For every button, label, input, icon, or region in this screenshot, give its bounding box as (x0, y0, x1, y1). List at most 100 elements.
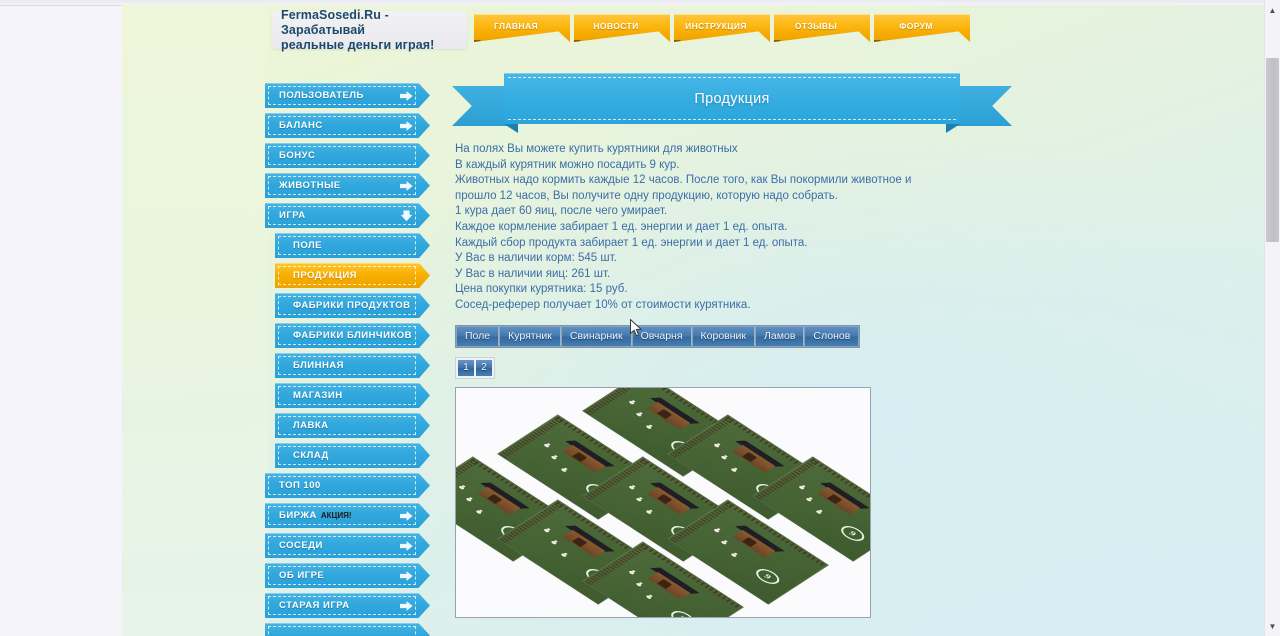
sidebar-item-фабрики-продуктов[interactable]: ФАБРИКИ ПРОДУКТОВ (275, 293, 430, 318)
coop-door (571, 451, 588, 462)
coop-door (656, 409, 673, 420)
nav-item[interactable]: ФОРУМ (874, 14, 970, 42)
page-button-1[interactable]: 1 (458, 359, 474, 376)
sidebar-item-баланс[interactable]: БАЛАНС (265, 113, 430, 138)
chicken-sprite (456, 484, 467, 491)
sidebar-item-поле[interactable]: ПОЛЕ (275, 233, 430, 258)
sidebar-item-shape (275, 233, 430, 258)
tab-поле[interactable]: Поле (457, 326, 500, 346)
coop-door (827, 494, 843, 505)
plot-animal-count: 9 (837, 523, 869, 544)
sidebar-item-shape (265, 473, 430, 498)
sidebar-item-shape (275, 443, 430, 468)
tab-слонов[interactable]: Слонов (805, 326, 859, 346)
tab-курятник[interactable]: Курятник (500, 326, 561, 346)
sidebar-item-shape (275, 323, 430, 348)
sidebar-item-shape (265, 203, 430, 228)
chicken-sprite (627, 484, 638, 491)
nav-item[interactable]: ГЛАВНАЯ (474, 14, 570, 42)
tab-свинарник[interactable]: Свинарник (561, 326, 632, 346)
chicken-sprite (719, 539, 730, 546)
coop-door (486, 494, 502, 505)
farm-isometric-stage: 999999999 (456, 387, 870, 617)
chicken-sprite (634, 581, 645, 588)
info-line: У Вас в наличии яиц: 261 шт. (455, 267, 611, 280)
info-text-block: На полях Вы можете купить курятники для … (455, 142, 1012, 314)
page-background-wash (122, 5, 268, 636)
sidebar-item-топ-100[interactable]: ТОП 100 (265, 473, 430, 498)
nav-item[interactable]: НОВОСТИ (574, 14, 670, 42)
site-logo[interactable]: FermaSosedi.Ru - Зарабатывай реальные де… (272, 8, 467, 52)
sidebar-item-shape (275, 353, 430, 378)
sidebar-item-игра[interactable]: ИГРА (265, 203, 430, 228)
sidebar-item-shape (265, 623, 430, 636)
info-line: прошло 12 часов, Вы получите одну продук… (455, 189, 838, 202)
chicken-sprite (634, 496, 645, 503)
chicken-sprite (549, 539, 560, 546)
site-page: FermaSosedi.Ru - Зарабатывай реальные де… (122, 5, 1265, 636)
nav-flag-shape (774, 14, 870, 42)
chicken-sprite (627, 569, 638, 576)
sidebar-item-лавка[interactable]: ЛАВКА (275, 413, 430, 438)
chicken-sprite (797, 484, 808, 491)
plot-animal-count: 9 (752, 566, 784, 587)
sidebar-item-соседи[interactable]: СОСЕДИ (265, 533, 430, 558)
sidebar-item-blank[interactable] (265, 623, 430, 636)
sidebar-item-бонус[interactable]: БОНУС (265, 143, 430, 168)
sidebar-item-продукция[interactable]: ПРОДУКЦИЯ (275, 263, 430, 288)
info-line: Каждый сбор продукта забирает 1 ед. энер… (455, 236, 808, 249)
sidebar-item-shape (265, 173, 430, 198)
category-tabbar: Поле Курятник Свинарник Овчарня Коровник Ламо… (455, 324, 861, 348)
tab-коровник[interactable]: Коровник (692, 326, 756, 346)
sidebar-item-фабрики-блинчиков[interactable]: ФАБРИКИ БЛИНЧИКОВ (275, 323, 430, 348)
sidebar-item-об-игре[interactable]: ОБ ИГРЕ (265, 563, 430, 588)
ribbon-body: Продукция (504, 73, 960, 124)
top-navigation: ГЛАВНАЯ НОВОСТИ ИНСТРУКЦИЯ ОТЗЫВЫ ФОРУМ (474, 14, 970, 42)
sidebar-item-склад[interactable]: СКЛАД (275, 443, 430, 468)
sidebar-item-shape (265, 83, 430, 108)
chicken-sprite (804, 496, 815, 503)
info-line: Цена покупки курятника: 15 руб. (455, 283, 628, 296)
sidebar-item-старая-игра[interactable]: СТАРАЯ ИГРА (265, 593, 430, 618)
sidebar-item-блинная[interactable]: БЛИННАЯ (275, 353, 430, 378)
farm-grid-image[interactable]: 999999999 (455, 386, 871, 618)
nav-item[interactable]: ИНСТРУКЦИЯ (674, 14, 770, 42)
chicken-sprite (644, 423, 655, 430)
sidebar-item-shape (265, 113, 430, 138)
scrollbar-thumb[interactable] (1266, 58, 1279, 242)
info-line: Животных надо кормить каждые 12 часов. П… (455, 174, 912, 187)
tab-овчарня[interactable]: Овчарня (632, 326, 692, 346)
main-column: Продукция На полях Вы можете купить куря… (452, 65, 1012, 618)
chicken-sprite (627, 399, 638, 406)
chicken-sprite (644, 594, 655, 601)
nav-item[interactable]: ОТЗЫВЫ (774, 14, 870, 42)
scroll-up-icon[interactable]: ▲ (1265, 2, 1280, 18)
info-line: На полях Вы можете купить курятники для … (455, 143, 738, 155)
sidebar-item-животные[interactable]: ЖИВОТНЫЕ (265, 173, 430, 198)
site-logo-text: FermaSosedi.Ru - Зарабатывай реальные де… (281, 7, 435, 52)
chicken-sprite (644, 509, 655, 516)
coop-door (742, 536, 758, 547)
tab-ламов[interactable]: Ламов (756, 326, 805, 346)
nav-flag-shape (874, 14, 970, 42)
coop-door (656, 494, 673, 505)
coop-door (742, 451, 758, 462)
page-scrollbar[interactable]: ▲ ▼ (1264, 0, 1280, 636)
sidebar: ПОЛЬЗОВАТЕЛЬ БАЛАНС БОНУС ЖИВОТНЫЕ ИГРА ПОЛЕ П… (265, 83, 430, 636)
chicken-sprite (712, 527, 723, 534)
chicken-sprite (729, 551, 740, 558)
sidebar-item-магазин[interactable]: МАГАЗИН (275, 383, 430, 408)
sidebar-item-shape (275, 293, 430, 318)
scroll-down-icon[interactable]: ▼ (1265, 618, 1280, 634)
chicken-sprite (634, 411, 645, 418)
sidebar-item-биржа[interactable]: БИРЖА АКЦИЯ! (265, 503, 430, 528)
page-button-2[interactable]: 2 (476, 359, 492, 376)
info-line: Сосед-реферер получает 10% от стоимости … (455, 298, 751, 311)
content-panel: На полях Вы можете купить курятники для … (452, 142, 1012, 618)
sidebar-item-пользователь[interactable]: ПОЛЬЗОВАТЕЛЬ (265, 83, 430, 108)
chicken-sprite (474, 509, 485, 516)
chicken-sprite (719, 454, 730, 461)
chicken-sprite (542, 527, 553, 534)
info-line: У Вас в наличии корм: 545 шт. (455, 252, 617, 265)
chicken-sprite (729, 466, 740, 473)
